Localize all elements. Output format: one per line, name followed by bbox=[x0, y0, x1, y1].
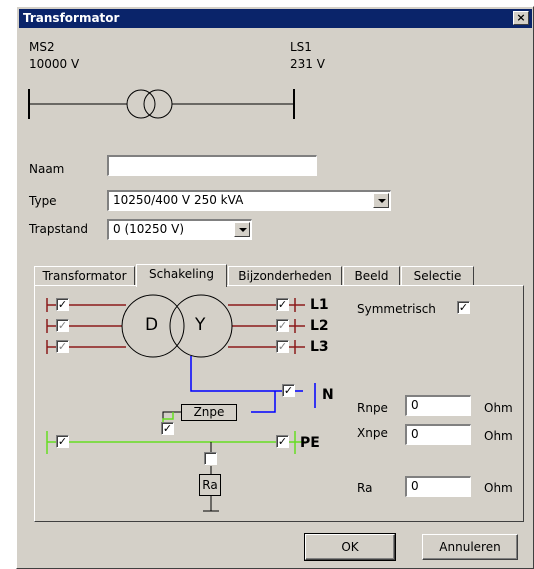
trapstand-label: Trapstand bbox=[29, 222, 89, 236]
type-value: 10250/400 V 250 kVA bbox=[113, 193, 244, 207]
rnpe-label: Rnpe bbox=[357, 401, 388, 415]
right-l3-checkbox[interactable]: ✓ bbox=[276, 340, 289, 353]
bus-left-voltage: 10000 V bbox=[29, 57, 80, 71]
window-title: Transformator bbox=[23, 11, 120, 25]
cancel-button[interactable]: Annuleren bbox=[422, 534, 518, 560]
rnpe-input[interactable]: 0 bbox=[405, 395, 471, 416]
xnpe-unit: Ohm bbox=[484, 429, 513, 443]
bus-left-name: MS2 bbox=[29, 40, 55, 54]
left-l1-checkbox[interactable]: ✓ bbox=[56, 298, 69, 311]
phase-label-l2: L2 bbox=[310, 318, 329, 334]
naam-label: Naam bbox=[29, 162, 65, 176]
chevron-down-icon[interactable] bbox=[234, 222, 250, 237]
transformer-symbol bbox=[28, 89, 295, 119]
pe-label: PE bbox=[300, 435, 320, 451]
tab-bijzonderheden[interactable]: Bijzonderheden bbox=[228, 266, 342, 286]
neutral-checkbox[interactable]: ✓ bbox=[282, 384, 295, 397]
left-l2-checkbox[interactable]: ✓ bbox=[56, 319, 69, 332]
phase-label-l3: L3 bbox=[310, 339, 329, 355]
trapstand-select[interactable]: 0 (10250 V) bbox=[107, 219, 252, 240]
naam-input[interactable] bbox=[107, 155, 317, 176]
ra-label: Ra bbox=[357, 481, 373, 495]
tab-schakeling[interactable]: Schakeling bbox=[136, 264, 227, 287]
ra-checkbox[interactable] bbox=[204, 452, 217, 465]
right-l1-checkbox[interactable]: ✓ bbox=[276, 298, 289, 311]
znpe-checkbox[interactable]: ✓ bbox=[161, 422, 174, 435]
symmetrisch-checkbox[interactable]: ✓ bbox=[457, 301, 470, 314]
left-l3-checkbox[interactable]: ✓ bbox=[56, 340, 69, 353]
ra-resistor-box: Ra bbox=[199, 474, 221, 496]
symmetrisch-label: Symmetrisch bbox=[357, 302, 436, 316]
ra-unit: Ohm bbox=[484, 481, 513, 495]
xnpe-label: Xnpe bbox=[357, 426, 388, 440]
schakeling-panel: D Y ✓ ✓ ✓ ✓ ✓ ✓ L1 L2 L3 ✓ N Znpe ✓ ✓ ✓ … bbox=[34, 285, 524, 522]
winding-wye: Y bbox=[195, 315, 206, 335]
pe-right-checkbox[interactable]: ✓ bbox=[276, 435, 289, 448]
trapstand-value: 0 (10250 V) bbox=[113, 222, 185, 236]
right-l2-checkbox[interactable]: ✓ bbox=[276, 319, 289, 332]
phase-label-l1: L1 bbox=[310, 297, 329, 313]
tab-transformator[interactable]: Transformator bbox=[34, 266, 135, 286]
znpe-box: Znpe bbox=[181, 404, 237, 421]
tab-beeld[interactable]: Beeld bbox=[343, 266, 400, 286]
close-button[interactable]: × bbox=[513, 11, 529, 25]
title-bar: Transformator × bbox=[19, 9, 532, 28]
winding-delta: D bbox=[145, 315, 159, 335]
bus-right-voltage: 231 V bbox=[290, 57, 325, 71]
tab-selectie[interactable]: Selectie bbox=[401, 266, 474, 286]
pe-left-checkbox[interactable]: ✓ bbox=[56, 435, 69, 448]
rnpe-unit: Ohm bbox=[484, 401, 513, 415]
type-select[interactable]: 10250/400 V 250 kVA bbox=[107, 190, 391, 211]
ok-button[interactable]: OK bbox=[304, 533, 396, 561]
type-label: Type bbox=[29, 194, 57, 208]
chevron-down-icon[interactable] bbox=[373, 193, 389, 208]
ra-input[interactable]: 0 bbox=[405, 476, 471, 497]
xnpe-input[interactable]: 0 bbox=[405, 424, 471, 445]
neutral-label: N bbox=[322, 387, 334, 403]
bus-right-name: LS1 bbox=[290, 40, 312, 54]
transformer-dialog: Transformator × MS2 10000 V LS1 231 V Na… bbox=[16, 6, 534, 569]
